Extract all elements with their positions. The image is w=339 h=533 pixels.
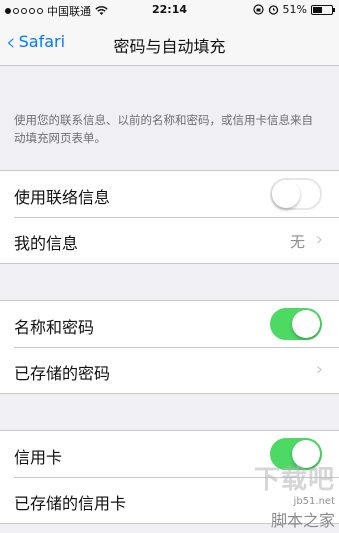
my-info-row[interactable]: 我的信息 无 › xyxy=(0,217,339,263)
chevron-right-icon: › xyxy=(315,359,323,380)
navigation-bar: ‹ Safari 密码与自动填充 xyxy=(0,20,339,66)
names-passwords-row: 名称和密码 xyxy=(0,301,339,347)
toggle-knob xyxy=(272,180,300,208)
section-description: 使用您的联系信息、以前的名称和密码，或信用卡信息来自动填充网页表单。 xyxy=(14,113,313,145)
use-contact-info-toggle[interactable] xyxy=(270,178,322,210)
watermark-name: 脚本之家 xyxy=(270,511,335,530)
use-contact-info-row: 使用联络信息 xyxy=(0,171,339,217)
settings-screen: 中国联通 22:14 51% ‹ Safari 密码与自动填充 使用您的联系信息… xyxy=(0,0,339,533)
watermark-site: jb51.net xyxy=(293,496,335,507)
row-label: 我的信息 xyxy=(14,234,79,253)
status-bar: 中国联通 22:14 51% xyxy=(0,0,339,20)
row-label: 已存储的密码 xyxy=(14,364,111,383)
row-label: 已存储的信用卡 xyxy=(14,494,127,513)
names-passwords-group: 名称和密码 已存储的密码 › xyxy=(0,300,339,394)
contact-info-group: 使用联络信息 我的信息 无 › xyxy=(0,170,339,264)
names-passwords-toggle[interactable] xyxy=(270,308,322,340)
watermark: 下载吧 jb51.net 脚本之家 xyxy=(254,459,335,531)
status-right: 51% xyxy=(252,3,335,16)
page-title: 密码与自动填充 xyxy=(113,37,226,56)
saved-passwords-row[interactable]: 已存储的密码 › xyxy=(0,347,339,393)
row-label: 信用卡 xyxy=(14,448,63,467)
rotation-lock-icon xyxy=(252,4,264,15)
toggle-knob xyxy=(292,310,320,338)
watermark-logo: 下载吧 xyxy=(253,465,335,495)
row-label: 名称和密码 xyxy=(14,318,95,337)
alarm-icon xyxy=(268,5,278,15)
row-value: 无 xyxy=(289,233,305,251)
battery-icon xyxy=(311,4,335,15)
chevron-right-icon: › xyxy=(315,229,323,250)
battery-fill xyxy=(313,6,322,13)
row-label: 使用联络信息 xyxy=(14,188,111,207)
battery-percent: 51% xyxy=(282,3,307,16)
